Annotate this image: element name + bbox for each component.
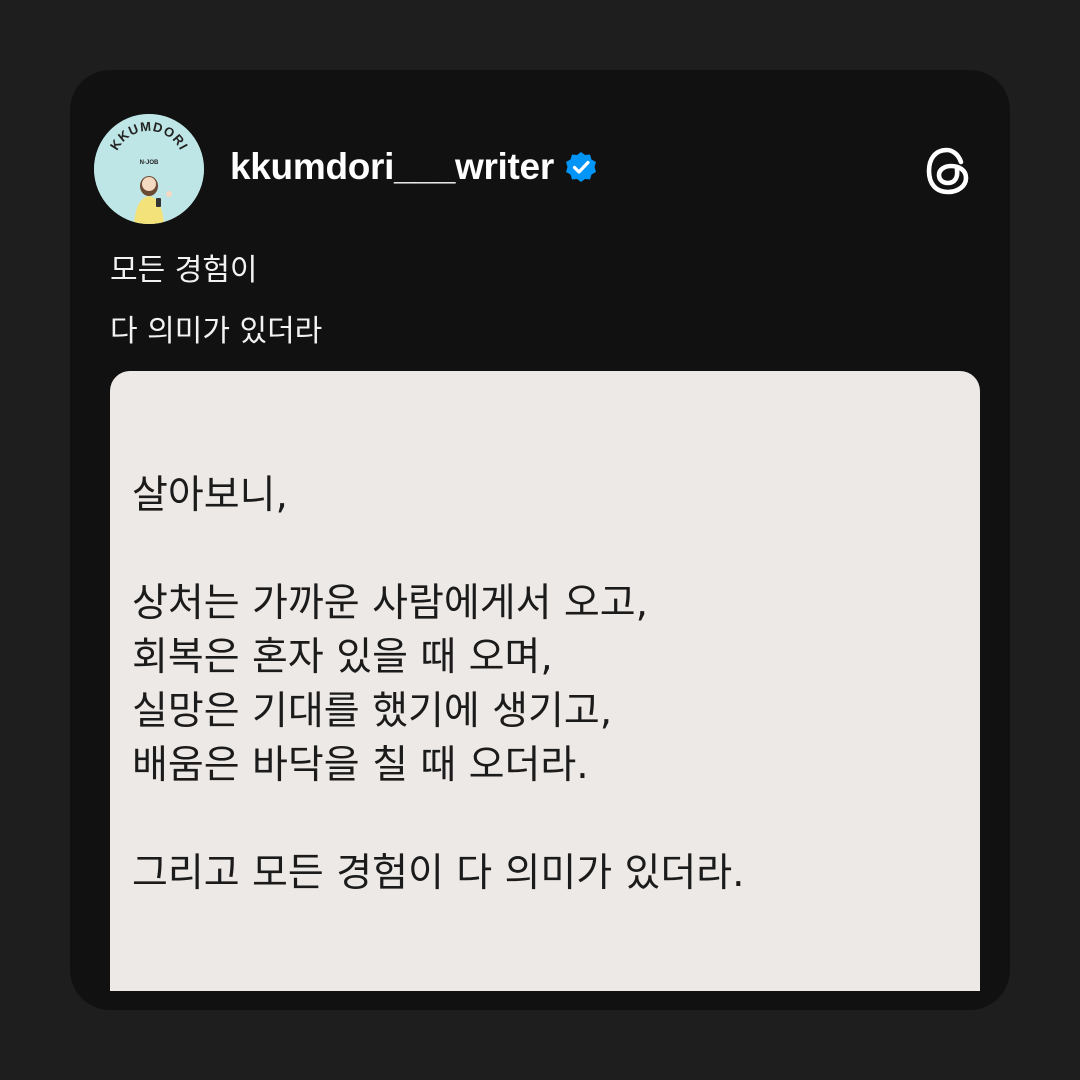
avatar-illustration: KKUMDORI N-JOB <box>94 114 204 224</box>
image-text-intro: 살아보니, <box>132 473 288 518</box>
threads-post-card: KKUMDORI N-JOB kkumdori___writer 모든 경험이 … <box>70 70 1010 1010</box>
image-text-line: 실망은 기대를 했기에 생기고, <box>132 689 613 734</box>
image-text-closing: 그리고 모든 경험이 다 의미가 있더라. <box>132 851 745 896</box>
post-image[interactable]: 살아보니, 상처는 가까운 사람에게서 오고, 회복은 혼자 있을 때 오며, … <box>110 371 980 991</box>
threads-logo-icon[interactable] <box>922 144 976 198</box>
caption-line: 다 의미가 있더라 <box>110 314 323 349</box>
verified-badge-icon <box>564 150 598 184</box>
image-text-block: 살아보니, 상처는 가까운 사람에게서 오고, 회복은 혼자 있을 때 오며, … <box>132 469 745 901</box>
image-text-line: 회복은 혼자 있을 때 오며, <box>132 635 553 680</box>
avatar-sub-text: N-JOB <box>140 160 159 166</box>
username-row[interactable]: kkumdori___writer <box>230 142 598 192</box>
post-caption: 모든 경험이 다 의미가 있더라 <box>110 240 322 362</box>
caption-line: 모든 경험이 <box>110 253 258 288</box>
avatar[interactable]: KKUMDORI N-JOB <box>94 114 204 224</box>
image-text-line: 상처는 가까운 사람에게서 오고, <box>132 581 649 626</box>
image-text-line: 배움은 바닥을 칠 때 오더라. <box>132 743 589 788</box>
username[interactable]: kkumdori___writer <box>230 146 554 188</box>
